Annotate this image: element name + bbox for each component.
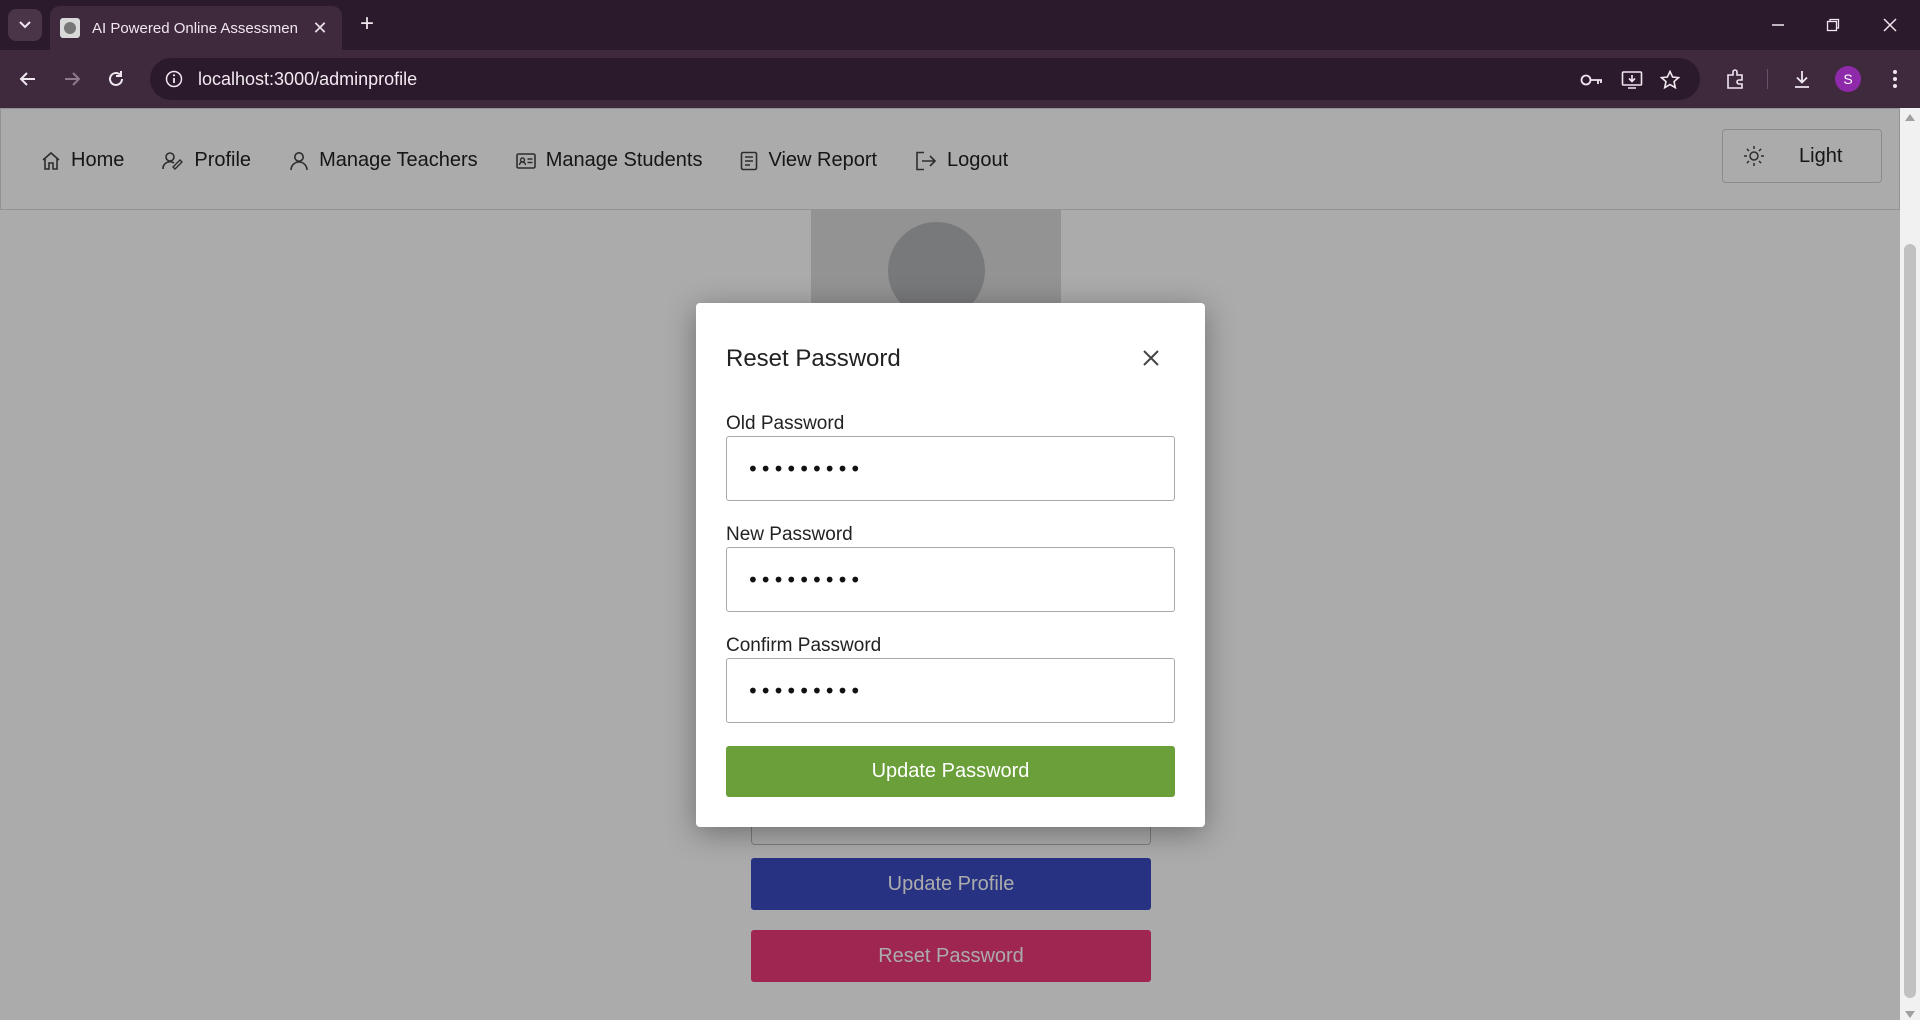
install-app-icon[interactable] — [1620, 68, 1644, 92]
tab-title: AI Powered Online Assessment — [92, 19, 298, 37]
restore-icon — [1826, 18, 1840, 32]
back-button[interactable] — [12, 63, 44, 95]
old-password-field[interactable] — [726, 436, 1175, 501]
page-scrollbar[interactable] — [1900, 108, 1920, 1020]
forward-button[interactable] — [56, 63, 88, 95]
profile-avatar-button[interactable]: S — [1835, 66, 1861, 92]
old-password-label: Old Password — [726, 413, 845, 434]
reload-button[interactable] — [100, 63, 132, 95]
new-password-field[interactable] — [726, 547, 1175, 612]
minimize-icon — [1772, 24, 1784, 26]
new-password-label: New Password — [726, 524, 853, 545]
scroll-down-arrow-icon[interactable] — [1905, 1011, 1915, 1018]
arrow-right-icon — [65, 72, 81, 86]
confirm-password-field[interactable] — [726, 658, 1175, 723]
url-text[interactable]: localhost:3000/adminprofile — [198, 69, 417, 90]
update-password-button[interactable]: Update Password — [726, 746, 1175, 797]
close-window-button[interactable] — [1870, 10, 1910, 40]
close-icon — [1143, 350, 1159, 366]
close-icon — [1883, 18, 1897, 32]
downloads-icon[interactable] — [1787, 64, 1817, 94]
bookmark-star-icon[interactable] — [1658, 68, 1682, 92]
arrow-left-icon — [19, 72, 35, 86]
modal-close-button[interactable] — [1136, 343, 1166, 373]
browser-menu-kebab-icon[interactable] — [1880, 64, 1910, 94]
scroll-up-arrow-icon[interactable] — [1905, 114, 1915, 121]
reset-password-modal: Reset Password Old Password New Password… — [696, 303, 1205, 827]
site-favicon-icon — [60, 18, 80, 38]
browser-tab[interactable]: AI Powered Online Assessment ✕ — [50, 6, 342, 50]
browser-toolbar: localhost:3000/adminprofile S — [0, 50, 1920, 108]
site-info-icon[interactable] — [164, 69, 184, 89]
reload-icon — [109, 71, 123, 86]
address-bar[interactable]: localhost:3000/adminprofile — [150, 58, 1700, 100]
modal-title: Reset Password — [726, 345, 901, 372]
confirm-password-label: Confirm Password — [726, 635, 882, 656]
new-tab-button[interactable]: + — [352, 10, 382, 40]
minimize-button[interactable] — [1758, 10, 1798, 40]
extensions-puzzle-icon[interactable] — [1721, 64, 1751, 94]
page-content: Home Profile Manage Teachers Manage Stud… — [0, 108, 1900, 1020]
toolbar-divider — [1767, 69, 1768, 89]
chevron-down-icon — [19, 21, 31, 29]
browser-tab-bar: AI Powered Online Assessment ✕ + — [0, 0, 1920, 50]
password-key-icon[interactable] — [1580, 68, 1604, 92]
tab-close-icon[interactable]: ✕ — [308, 18, 332, 39]
tab-search-button[interactable] — [8, 9, 42, 41]
restore-button[interactable] — [1813, 10, 1853, 40]
scrollbar-thumb[interactable] — [1904, 244, 1916, 998]
